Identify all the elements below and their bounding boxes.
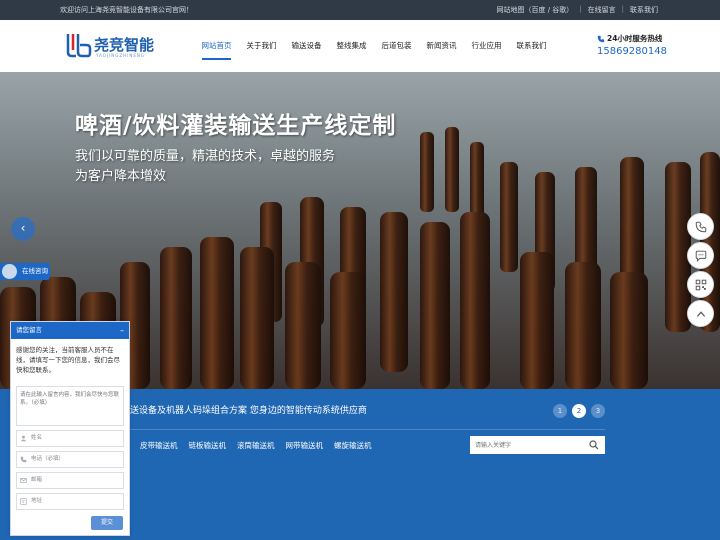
- slide-dot-2[interactable]: 2: [572, 404, 586, 418]
- side-tools: [687, 213, 714, 329]
- panel-title: 请您留言: [16, 326, 42, 334]
- chevron-left-icon: ‹: [20, 221, 26, 235]
- site-header: 尧竞智能 YAOJINGZHINENG 网站首页 关于我们 输送设备 整线集成 …: [0, 20, 720, 72]
- category-mesh[interactable]: 网带输送机: [286, 440, 324, 451]
- separator: |: [621, 5, 624, 13]
- message-link[interactable]: 在线留言: [588, 5, 616, 15]
- phone-field-label: 电话（必填）: [31, 456, 65, 462]
- back-to-top-icon: [696, 310, 705, 317]
- message-panel: 请您留言 – 感谢您的关注，当前客服人员不在线，请填写一下您的信息，我们会尽快和…: [10, 321, 130, 536]
- nav-home[interactable]: 网站首页: [194, 20, 239, 72]
- separator: |: [579, 5, 582, 13]
- phone-tool-button[interactable]: [687, 213, 714, 240]
- message-textarea[interactable]: [16, 386, 124, 426]
- nav-integration[interactable]: 整线集成: [329, 20, 374, 72]
- category-spiral[interactable]: 螺旋输送机: [334, 440, 372, 451]
- search-box: [470, 436, 605, 455]
- name-field-label: 姓名: [31, 435, 43, 441]
- slogan: 送设备及机器人码垛组合方案 您身边的智能传动系统供应商: [130, 406, 367, 416]
- submit-button[interactable]: 提交: [91, 516, 123, 530]
- phone-icon: [20, 456, 27, 463]
- divider: [128, 429, 605, 430]
- contact-link[interactable]: 联系我们: [630, 5, 658, 15]
- back-to-top-button[interactable]: [687, 300, 714, 327]
- main-nav: 网站首页 关于我们 输送设备 整线集成 后道包装 新闻资讯 行业应用 联系我们: [194, 20, 554, 72]
- nav-contact[interactable]: 联系我们: [509, 20, 554, 72]
- banner-title: 啤酒/饮料灌装输送生产线定制: [75, 113, 397, 139]
- category-belt[interactable]: 皮带输送机: [140, 440, 178, 451]
- hotline-number[interactable]: 15869280148: [597, 46, 687, 57]
- welcome-text: 欢迎访问上海尧竞智能设备有限公司官网！: [60, 6, 193, 14]
- sitemap-link[interactable]: 网站地图（百度 / 谷歌）: [496, 5, 573, 15]
- nav-conveyor[interactable]: 输送设备: [284, 20, 329, 72]
- panel-header: 请您留言 –: [11, 322, 129, 339]
- nav-about[interactable]: 关于我们: [239, 20, 284, 72]
- nav-packaging[interactable]: 后道包装: [374, 20, 419, 72]
- slide-dot-3[interactable]: 3: [591, 404, 605, 418]
- prev-slide-button[interactable]: ‹: [11, 217, 35, 241]
- logo-mark-icon: [66, 34, 92, 58]
- slide-dots: 1 2 3: [553, 404, 605, 418]
- hotline-label: 24小时服务热线: [607, 34, 663, 43]
- qrcode-icon: [695, 279, 706, 290]
- phone-icon: [695, 221, 706, 232]
- banner-subtitle-line1: 我们以可靠的质量，精湛的技术，卓越的服务: [75, 149, 336, 164]
- hotline-label-row: 24小时服务热线: [597, 33, 687, 44]
- category-chain[interactable]: 链板输送机: [189, 440, 227, 451]
- email-icon: [20, 478, 27, 483]
- nav-industry[interactable]: 行业应用: [464, 20, 509, 72]
- search-input[interactable]: [470, 437, 585, 455]
- phone-field[interactable]: 电话（必填）: [16, 451, 124, 468]
- phone-icon: [597, 35, 605, 42]
- brand-subtitle: YAOJINGZHINENG: [96, 53, 145, 58]
- address-field[interactable]: 地址: [16, 493, 124, 510]
- slide-dot-1[interactable]: 1: [553, 404, 567, 418]
- banner-subtitle-line2: 为客户降本增效: [75, 169, 167, 184]
- logo[interactable]: 尧竞智能 YAOJINGZHINENG: [62, 30, 158, 62]
- qrcode-tool-button[interactable]: [687, 271, 714, 298]
- top-links: 网站地图（百度 / 谷歌） | 在线留言 | 联系我们: [496, 5, 658, 15]
- category-links: 皮带输送机 链板输送机 滚筒输送机 网带输送机 螺旋输送机: [140, 440, 372, 451]
- online-consult-label: 在线咨询: [22, 267, 48, 275]
- minimize-button[interactable]: –: [120, 322, 124, 339]
- avatar: [2, 264, 17, 279]
- category-roller[interactable]: 滚筒输送机: [237, 440, 275, 451]
- user-icon: [20, 435, 27, 442]
- chat-tool-button[interactable]: [687, 242, 714, 269]
- chat-icon: [695, 250, 706, 262]
- panel-message: 感谢您的关注，当前客服人员不在线，请填写一下您的信息，我们会尽快和您联系。: [16, 346, 120, 374]
- email-field-label: 邮箱: [31, 477, 43, 483]
- address-icon: [20, 498, 27, 505]
- online-consult-button[interactable]: 在线咨询: [0, 263, 50, 280]
- name-field[interactable]: 姓名: [16, 430, 124, 447]
- top-bar: 欢迎访问上海尧竞智能设备有限公司官网！ 网站地图（百度 / 谷歌） | 在线留言…: [0, 0, 720, 20]
- email-field[interactable]: 邮箱: [16, 472, 124, 489]
- brand-name: 尧竞智能: [94, 36, 155, 54]
- hotline: 24小时服务热线 15869280148: [597, 33, 687, 57]
- nav-news[interactable]: 新闻资讯: [419, 20, 464, 72]
- search-icon[interactable]: [589, 440, 599, 450]
- address-field-label: 地址: [31, 498, 43, 504]
